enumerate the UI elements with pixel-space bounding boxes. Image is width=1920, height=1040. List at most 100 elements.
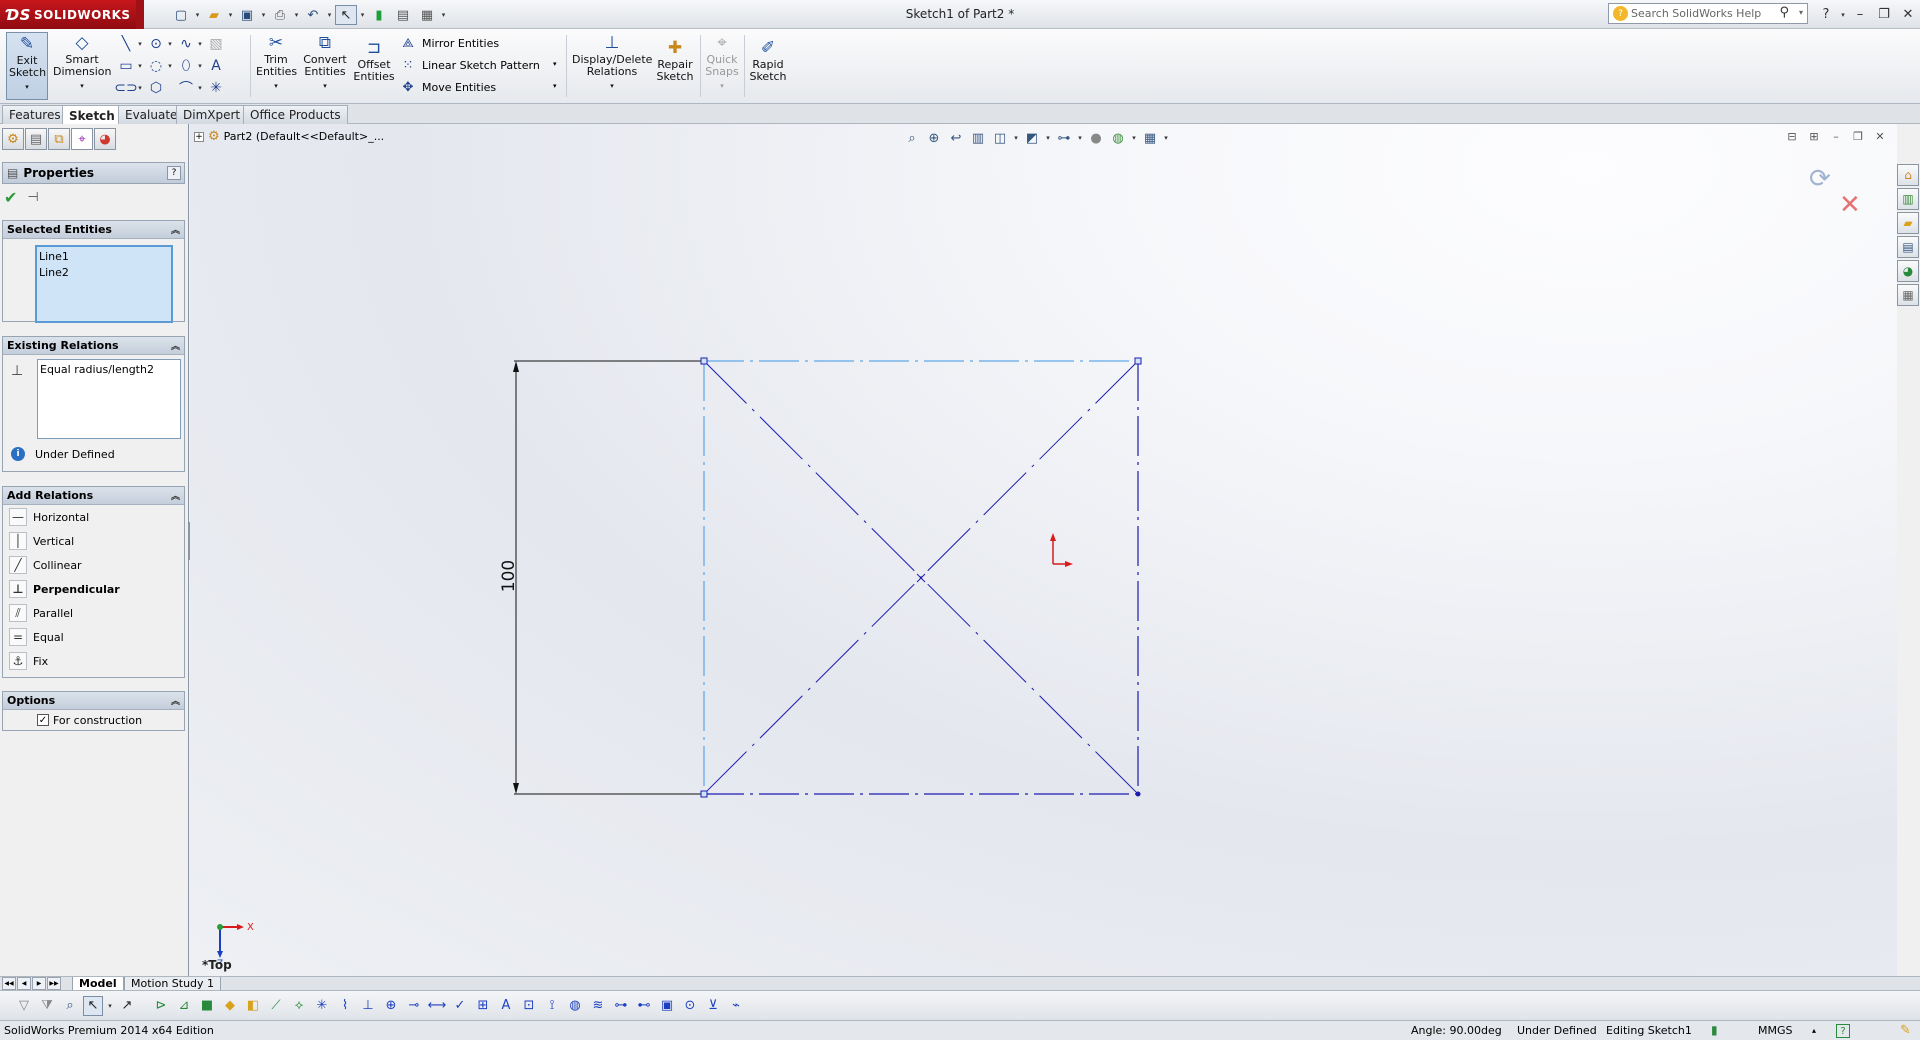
filter-geometric-tolerance-icon[interactable]: ⊞ <box>473 996 493 1016</box>
center-point[interactable] <box>916 573 926 583</box>
ellipse-icon[interactable]: ⬯ <box>176 55 196 77</box>
line-dropdown[interactable]: ▾ <box>136 33 144 55</box>
options-icon[interactable]: ▦ <box>416 5 438 25</box>
existing-relations-list[interactable]: Equal radius/length2 <box>37 359 181 439</box>
spline-dropdown[interactable]: ▾ <box>196 33 204 55</box>
filter-surface-bodies-icon[interactable]: ◆ <box>220 996 240 1016</box>
selected-entities-list[interactable]: Line1 Line2 <box>35 245 173 323</box>
new-document-icon[interactable]: ▢ <box>170 5 192 25</box>
corner-point[interactable] <box>1135 791 1141 797</box>
filter-faces-icon[interactable]: ■ <box>197 996 217 1016</box>
restore-icon[interactable]: ❐ <box>1872 3 1896 27</box>
for-construction-checkbox[interactable]: ✓ <box>37 714 49 726</box>
circle-icon[interactable]: ⊙ <box>146 33 166 55</box>
corner-point[interactable] <box>1134 357 1142 365</box>
collapse-icon[interactable]: ︽ <box>171 694 180 707</box>
relation-equal[interactable]: = Equal <box>3 625 184 649</box>
rapid-sketch-button[interactable]: ✐ Rapid Sketch <box>746 37 790 105</box>
relation-fix[interactable]: ⚓ Fix <box>3 649 184 673</box>
convert-entities-button[interactable]: ⧉ Convert Entities ▾ <box>302 32 348 100</box>
help-status-icon[interactable]: ? <box>1836 1024 1850 1038</box>
pattern-dropdown[interactable]: ▾ <box>553 60 557 68</box>
design-library-icon[interactable]: ▥ <box>1897 188 1919 210</box>
tab-sketch[interactable]: Sketch <box>62 105 122 125</box>
tab-motion-study-1[interactable]: Motion Study 1 <box>124 977 222 991</box>
filter-icon[interactable]: ▽ <box>14 996 34 1016</box>
move-dropdown[interactable]: ▾ <box>553 82 557 90</box>
filter-datum-target-icon[interactable]: ◍ <box>565 996 585 1016</box>
display-manager-tab-icon[interactable]: ◕ <box>94 128 116 150</box>
linear-sketch-pattern-button[interactable]: ⁙ Linear Sketch Pattern <box>400 54 540 76</box>
surface-icon[interactable]: ▧ <box>206 33 226 55</box>
relation-horizontal[interactable]: — Horizontal <box>3 505 184 529</box>
select-dropdown[interactable]: ▾ <box>359 11 366 19</box>
solidworks-resources-icon[interactable]: ⌂ <box>1897 164 1919 186</box>
help-icon[interactable]: ? <box>1814 3 1838 27</box>
filter-vertices-icon[interactable]: ⊳ <box>151 996 171 1016</box>
collapse-icon[interactable]: ︽ <box>171 223 180 236</box>
tab-model[interactable]: Model <box>72 977 124 991</box>
filter-loops-icon[interactable]: ⌁ <box>726 996 746 1016</box>
quick-snaps-dropdown[interactable]: ▾ <box>720 80 724 92</box>
pointer-dropdown[interactable]: ▾ <box>106 996 114 1016</box>
fillet-dropdown[interactable]: ▾ <box>196 77 204 99</box>
tab-dimxpert[interactable]: DimXpert <box>176 105 248 124</box>
filter-weld-icon[interactable]: ⟟ <box>542 996 562 1016</box>
new-dropdown[interactable]: ▾ <box>194 11 201 19</box>
relation-collinear[interactable]: ╱ Collinear <box>3 553 184 577</box>
collapse-icon[interactable]: ︽ <box>171 489 180 502</box>
trim-entities-button[interactable]: ✂ Trim Entities ▾ <box>254 32 298 100</box>
circle-dropdown[interactable]: ▾ <box>166 33 174 55</box>
filter-toggle-icon[interactable]: ⧩ <box>37 996 57 1016</box>
minimize-icon[interactable]: – <box>1848 3 1872 27</box>
spline-icon[interactable]: ∿ <box>176 33 196 55</box>
tab-office-products[interactable]: Office Products <box>243 105 348 124</box>
open-dropdown[interactable]: ▾ <box>227 11 234 19</box>
close-icon[interactable]: ✕ <box>1896 3 1920 27</box>
filter-midpoints-icon[interactable]: ⊥ <box>358 996 378 1016</box>
filter-sketch-segments-icon[interactable]: ⌇ <box>335 996 355 1016</box>
property-manager-tab-icon[interactable]: ▤ <box>25 128 47 150</box>
fillet-icon[interactable]: ⌒ <box>176 77 196 99</box>
existing-relations-header[interactable]: Existing Relations ︽ <box>3 337 184 355</box>
smart-dimension-button[interactable]: ◇ Smart Dimension ▾ <box>52 32 112 100</box>
display-delete-relations-button[interactable]: ⊥ Display/Delete Relations ▾ <box>572 32 652 100</box>
menu-arrow[interactable] <box>136 0 144 29</box>
filter-cosmetic-thread-icon[interactable]: ≋ <box>588 996 608 1016</box>
search-dropdown-icon[interactable]: ▾ <box>1799 8 1803 17</box>
custom-properties-icon[interactable]: ▦ <box>1897 284 1919 306</box>
list-item[interactable]: Equal radius/length2 <box>40 362 178 378</box>
corner-point[interactable] <box>700 790 708 798</box>
filter-connection-points-icon[interactable]: ⊙ <box>680 996 700 1016</box>
graphics-area[interactable]: + ⚙ Part2 (Default<<Default>_... ⌕ ⊕ ↩ ▥… <box>190 124 1897 976</box>
move-entities-button[interactable]: ✥ Move Entities <box>400 76 540 98</box>
select-cursor-icon[interactable]: ↖ <box>335 5 357 25</box>
solidworks-logo[interactable]: ƊS SOLIDWORKS <box>0 0 136 29</box>
convert-dropdown[interactable]: ▾ <box>323 80 327 92</box>
pointer-icon[interactable]: ↖ <box>83 995 103 1016</box>
filter-mates-icon[interactable]: ⊻ <box>703 996 723 1016</box>
smart-dimension-dropdown[interactable]: ▾ <box>80 80 84 92</box>
pushpin-icon[interactable]: ⊣ <box>27 190 38 205</box>
exit-sketch-button[interactable]: ✎ Exit Sketch ▾ <box>6 32 48 100</box>
arc-dropdown[interactable]: ▾ <box>166 55 174 77</box>
trim-dropdown[interactable]: ▾ <box>274 80 278 92</box>
filter-dimensions-icon[interactable]: ⟷ <box>427 996 447 1016</box>
line-icon[interactable]: ╲ <box>116 33 136 55</box>
relation-perpendicular[interactable]: ⊥ Perpendicular <box>3 577 184 601</box>
filter-routing-icon[interactable]: ⊷ <box>634 996 654 1016</box>
slot-dropdown[interactable]: ▾ <box>136 77 144 99</box>
polygon-icon[interactable]: ⬡ <box>146 77 166 99</box>
rebuild-status-icon[interactable]: ▮ <box>1711 1023 1718 1037</box>
select-filter-icon[interactable]: ⌕ <box>60 996 80 1016</box>
prev-tab-arrow-icon[interactable]: ◀ <box>17 977 31 990</box>
file-explorer-icon[interactable]: ▰ <box>1897 212 1919 234</box>
ok-check-icon[interactable]: ✔ <box>4 188 17 207</box>
last-tab-arrow-icon[interactable]: ▶▶ <box>47 977 61 990</box>
filter-blocks-icon[interactable]: ▣ <box>657 996 677 1016</box>
feature-manager-tab-icon[interactable]: ⚙ <box>2 128 24 150</box>
filter-axes-icon[interactable]: ⟋ <box>266 996 286 1016</box>
filter-planes-icon[interactable]: ⟡ <box>289 996 309 1016</box>
slot-icon[interactable]: ⊂⊃ <box>114 77 137 99</box>
sketch-canvas[interactable]: 100 <box>190 124 1897 976</box>
